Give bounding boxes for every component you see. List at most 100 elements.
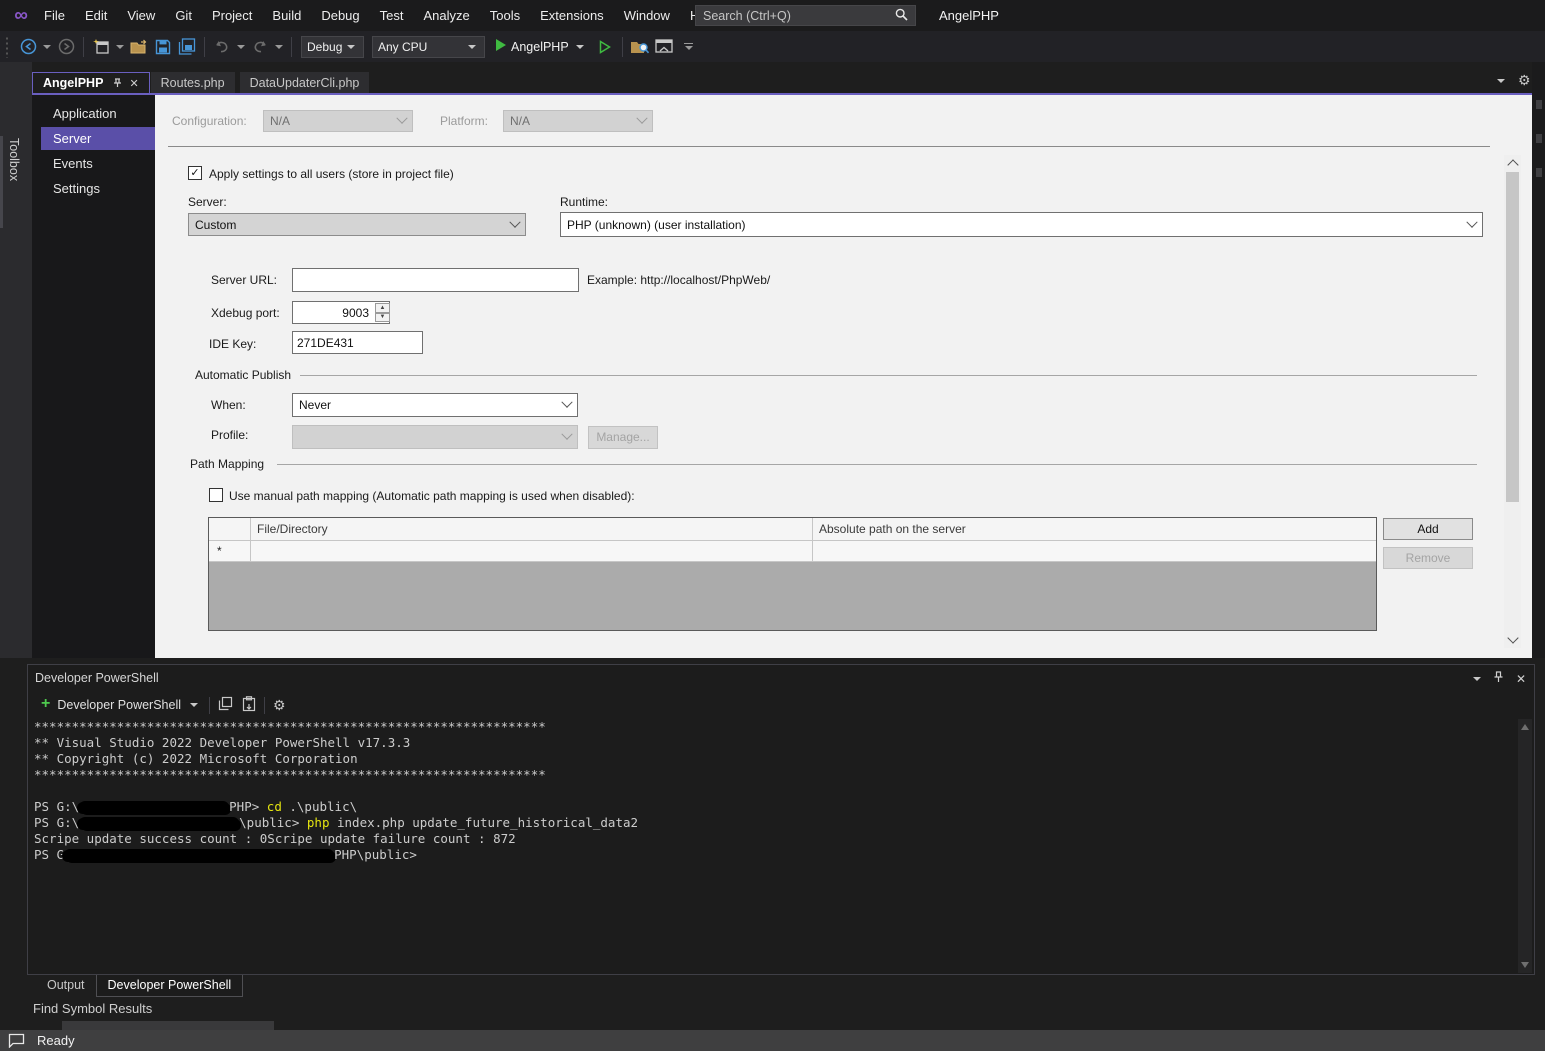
path-mapping-table: File/Directory Absolute path on the serv… — [208, 517, 1377, 631]
settings-scrollbar[interactable] — [1504, 155, 1521, 648]
sidebar-item-application[interactable]: Application — [41, 102, 155, 125]
panel-close-icon[interactable]: ✕ — [1516, 672, 1526, 686]
terminal-scroll-down-icon[interactable] — [1521, 962, 1529, 968]
xdebug-port-spinner[interactable]: ▲ ▼ — [375, 303, 390, 322]
row-marker-header — [209, 518, 251, 540]
add-mapping-button[interactable]: Add — [1383, 518, 1473, 540]
scroll-up-icon[interactable] — [1507, 159, 1519, 171]
sidebar-item-server[interactable]: Server — [41, 127, 166, 150]
undo-dropdown[interactable] — [237, 44, 245, 49]
terminal-output[interactable]: ****************************************… — [34, 719, 1514, 863]
toolbox-tab[interactable]: Toolbox — [7, 138, 21, 181]
close-icon[interactable]: ✕ — [129, 77, 138, 90]
tab-list-chevron-icon[interactable] — [1497, 78, 1505, 83]
spinner-down-icon[interactable]: ▼ — [375, 312, 390, 322]
run-dropdown[interactable] — [575, 44, 584, 49]
menu-edit[interactable]: Edit — [75, 0, 117, 31]
editor-tab-angelphp[interactable]: AngelPHP ✕ — [32, 72, 150, 93]
absolute-path-cell[interactable] — [813, 541, 1376, 561]
visual-studio-logo-icon[interactable]: ∞ — [8, 3, 34, 29]
project-designer-nav: Application Server Events Settings — [32, 95, 166, 658]
solution-platform-select[interactable]: Any CPU — [372, 35, 485, 58]
server-url-input[interactable] — [292, 268, 579, 292]
shell-selector[interactable]: Developer PowerShell — [57, 698, 181, 712]
menu-test[interactable]: Test — [370, 0, 414, 31]
feedback-icon[interactable] — [8, 1033, 26, 1048]
server-select[interactable]: Custom — [188, 213, 526, 236]
terminal-scroll-up-icon[interactable] — [1521, 724, 1529, 730]
start-without-debugging-icon[interactable] — [594, 35, 616, 59]
menu-analyze[interactable]: Analyze — [413, 0, 479, 31]
save-icon[interactable] — [152, 35, 174, 59]
scroll-down-icon[interactable] — [1507, 632, 1519, 644]
sidebar-item-events[interactable]: Events — [41, 152, 155, 175]
menu-extensions[interactable]: Extensions — [530, 0, 614, 31]
when-select[interactable]: Never — [292, 393, 578, 417]
file-directory-header[interactable]: File/Directory — [251, 518, 813, 540]
menu-git[interactable]: Git — [165, 0, 202, 31]
find-symbol-results-tab[interactable] — [62, 1021, 274, 1030]
menu-file[interactable]: File — [34, 0, 75, 31]
start-debugging-button[interactable]: AngelPHP — [495, 38, 587, 55]
new-project-dropdown[interactable] — [116, 44, 124, 49]
main-menu: File Edit View Git Project Build Debug Test Anal… — [34, 0, 727, 31]
redo-icon[interactable] — [249, 35, 271, 59]
absolute-path-header[interactable]: Absolute path on the server — [813, 518, 1376, 540]
panel-tab-developer-powershell[interactable]: Developer PowerShell — [95, 975, 244, 997]
solution-explorer-icon[interactable] — [653, 35, 675, 59]
paste-icon[interactable] — [242, 695, 256, 715]
platform-select: N/A — [503, 110, 653, 132]
solution-configuration-select[interactable]: Debug — [301, 35, 364, 58]
redo-dropdown[interactable] — [275, 44, 283, 49]
new-project-icon[interactable] — [90, 35, 112, 59]
file-directory-cell[interactable] — [251, 541, 813, 561]
editor-tab-dataupdatercli-php[interactable]: DataUpdaterCli.php — [239, 72, 370, 93]
server-url-label: Server URL: — [211, 273, 278, 287]
new-terminal-plus-icon[interactable]: + — [41, 695, 50, 713]
runtime-select[interactable]: PHP (unknown) (user installation) — [560, 212, 1483, 237]
spinner-up-icon[interactable]: ▲ — [375, 303, 390, 313]
menu-debug[interactable]: Debug — [311, 0, 369, 31]
document-options-gear-icon[interactable]: ⚙ — [1518, 72, 1531, 89]
copy-icon[interactable] — [218, 696, 233, 714]
navigate-forward-icon[interactable] — [55, 35, 77, 59]
menu-project[interactable]: Project — [202, 0, 262, 31]
remove-mapping-button: Remove — [1383, 547, 1473, 569]
platform-label: Platform: — [440, 114, 489, 128]
menu-window[interactable]: Window — [614, 0, 680, 31]
profile-label: Profile: — [211, 428, 249, 442]
search-box[interactable]: Search (Ctrl+Q) — [695, 5, 916, 26]
toolbar-overflow-icon[interactable] — [682, 43, 696, 50]
status-ready-text: Ready — [37, 1033, 75, 1048]
terminal-scrollbar[interactable] — [1518, 719, 1532, 973]
editor-tab-routes-php[interactable]: Routes.php — [150, 72, 235, 93]
scrollbar-thumb[interactable] — [1506, 172, 1519, 502]
navigate-back-dropdown[interactable] — [43, 44, 51, 49]
manual-path-mapping-checkbox[interactable] — [209, 488, 223, 502]
document-edge-strip — [1532, 62, 1545, 658]
find-symbol-results-title[interactable]: Find Symbol Results — [33, 1001, 152, 1016]
ide-key-input[interactable] — [292, 331, 423, 354]
navigate-back-icon[interactable] — [17, 35, 39, 59]
terminal-settings-gear-icon[interactable]: ⚙ — [273, 697, 286, 714]
shell-selector-chevron[interactable] — [190, 703, 199, 707]
panel-menu-chevron-icon[interactable] — [1472, 676, 1481, 681]
sidebar-item-settings[interactable]: Settings — [41, 177, 155, 200]
menu-tools[interactable]: Tools — [480, 0, 530, 31]
find-in-files-icon[interactable] — [629, 35, 651, 59]
save-all-icon[interactable] — [176, 35, 198, 59]
menu-view[interactable]: View — [117, 0, 165, 31]
pin-icon[interactable] — [111, 77, 122, 89]
panel-pin-icon[interactable] — [1493, 671, 1504, 686]
apply-settings-checkbox[interactable]: ✓ — [188, 166, 202, 180]
open-file-icon[interactable] — [128, 35, 150, 59]
tab-label: AngelPHP — [43, 76, 104, 90]
table-new-row[interactable]: * — [209, 541, 1376, 562]
terminal-line: ****************************************… — [34, 767, 546, 782]
toolbar-grip[interactable] — [5, 35, 10, 58]
undo-icon[interactable] — [211, 35, 233, 59]
panel-tab-output[interactable]: Output — [36, 975, 96, 996]
menu-build[interactable]: Build — [262, 0, 311, 31]
bottom-panel-tabs: Output Developer PowerShell — [36, 975, 244, 997]
